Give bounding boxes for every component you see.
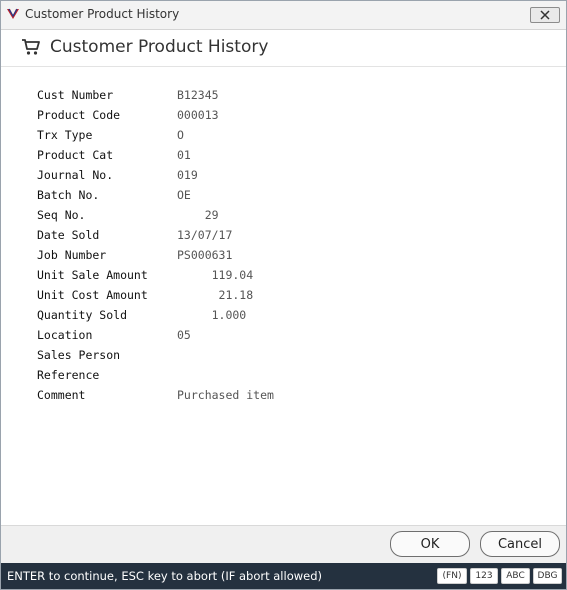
cart-icon [22, 39, 40, 55]
fn-badge[interactable]: (FN) [437, 568, 467, 584]
button-bar: OK Cancel [1, 526, 566, 563]
field-value: B12345 [177, 88, 219, 102]
close-button[interactable] [530, 7, 560, 23]
field-value: 05 [177, 328, 191, 342]
field-value: 1.000 [177, 308, 247, 322]
field-value: PS000631 [177, 248, 233, 262]
alpha-badge[interactable]: ABC [501, 568, 530, 584]
dialog-header: Customer Product History [1, 30, 566, 67]
field-value: 000013 [177, 108, 219, 122]
debug-badge[interactable]: DBG [533, 568, 562, 584]
field-label: Unit Sale Amount [37, 268, 148, 282]
field-label: Sales Person [37, 348, 121, 362]
app-logo-icon [7, 8, 19, 19]
field-label: Journal No. [37, 168, 114, 182]
field-label: Reference [37, 368, 100, 382]
field-label: Job Number [37, 248, 107, 262]
field-label: Product Code [37, 108, 121, 122]
field-value: 21.18 [177, 288, 254, 302]
field-label: Cust Number [37, 88, 114, 102]
field-label: Product Cat [37, 148, 114, 162]
title-bar[interactable]: Customer Product History [1, 1, 566, 30]
status-bar: ENTER to continue, ESC key to abort (IF … [1, 563, 566, 589]
window-title: Customer Product History [25, 7, 180, 21]
ok-button[interactable]: OK [390, 531, 470, 557]
close-icon [540, 10, 550, 20]
dialog-window: Customer Product History Customer Produc… [0, 0, 567, 590]
field-value: 29 [177, 208, 219, 222]
field-value: 13/07/17 [177, 228, 233, 242]
cancel-button[interactable]: Cancel [480, 531, 560, 557]
status-text: ENTER to continue, ESC key to abort (IF … [7, 569, 322, 583]
field-label: Unit Cost Amount [37, 288, 148, 302]
field-label: Location [37, 328, 93, 342]
field-value: 019 [177, 168, 198, 182]
details-panel: Cust Number B12345 Product Code 000013 Trx… [1, 67, 566, 526]
field-label: Seq No. [37, 208, 86, 222]
field-value: 01 [177, 148, 191, 162]
field-label: Batch No. [37, 188, 100, 202]
numeric-badge[interactable]: 123 [470, 568, 498, 584]
field-label: Trx Type [37, 128, 93, 142]
field-label: Quantity Sold [37, 308, 128, 322]
field-label: Comment [37, 388, 86, 402]
field-value: OE [177, 188, 191, 202]
field-label: Date Sold [37, 228, 100, 242]
page-title: Customer Product History [50, 37, 269, 57]
field-value: 119.04 [177, 268, 254, 282]
field-value: Purchased item [177, 388, 274, 402]
field-value: O [177, 128, 184, 142]
